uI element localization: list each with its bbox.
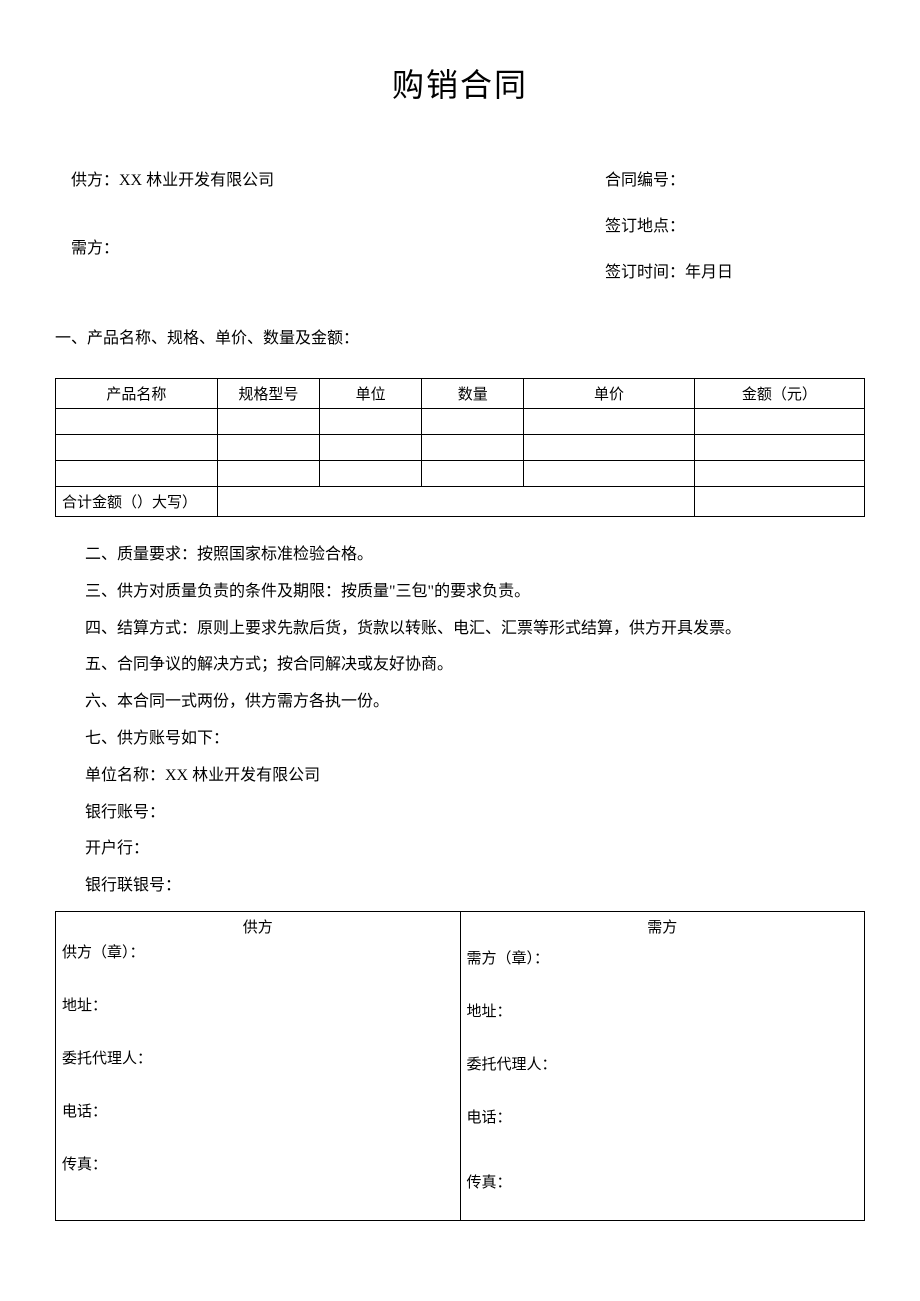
col-qty: 数量 xyxy=(422,379,524,409)
cell xyxy=(694,461,864,487)
document-title: 购销合同 xyxy=(55,60,865,106)
supplier-phone: 电话： xyxy=(62,1100,454,1121)
clause-3: 三、供方对质量负责的条件及期限：按质量"三包"的要求负责。 xyxy=(85,574,865,611)
clause-7: 七、供方账号如下： xyxy=(85,721,865,758)
cell xyxy=(217,435,319,461)
cell xyxy=(694,435,864,461)
total-amount xyxy=(694,487,864,517)
col-unit: 单位 xyxy=(319,379,421,409)
buyer-address: 地址： xyxy=(467,1000,859,1021)
contract-no-label: 合同编号： xyxy=(605,166,865,190)
cell xyxy=(56,409,218,435)
header-block: 供方：XX 林业开发有限公司 需方： 合同编号： 签订地点： 签订时间：年月日 xyxy=(55,166,865,304)
table-footer-row: 合计金额（）大写） xyxy=(56,487,865,517)
clause-2: 二、质量要求：按照国家标准检验合格。 xyxy=(85,537,865,574)
cell xyxy=(319,435,421,461)
cell xyxy=(422,435,524,461)
cell xyxy=(524,461,694,487)
buyer-fax: 传真： xyxy=(467,1171,859,1192)
cell xyxy=(422,409,524,435)
table-row xyxy=(56,409,865,435)
bank-union-no: 银行联银号： xyxy=(85,868,865,905)
bank-account: 银行账号： xyxy=(85,795,865,832)
clauses-block: 二、质量要求：按照国家标准检验合格。 三、供方对质量负责的条件及期限：按质量"三… xyxy=(55,537,865,905)
supplier-signature-cell: 供方（章）： 地址： 委托代理人： 电话： 传真： xyxy=(56,941,461,1221)
col-spec: 规格型号 xyxy=(217,379,319,409)
cell xyxy=(56,461,218,487)
cell xyxy=(319,461,421,487)
cell xyxy=(319,409,421,435)
total-empty xyxy=(217,487,694,517)
sign-place-label: 签订地点： xyxy=(605,212,865,236)
cell xyxy=(694,409,864,435)
buyer-agent: 委托代理人： xyxy=(467,1053,859,1074)
supplier-address: 地址： xyxy=(62,994,454,1015)
cell xyxy=(217,461,319,487)
signature-table: 供方 需方 供方（章）： 地址： 委托代理人： 电话： 传真： 需方（章）： 地… xyxy=(55,911,865,1221)
supplier-agent: 委托代理人： xyxy=(62,1047,454,1068)
clause-6: 六、本合同一式两份，供方需方各执一份。 xyxy=(85,684,865,721)
table-row xyxy=(56,435,865,461)
col-price: 单价 xyxy=(524,379,694,409)
cell xyxy=(56,435,218,461)
total-label: 合计金额（）大写） xyxy=(56,487,218,517)
table-row xyxy=(56,461,865,487)
col-product-name: 产品名称 xyxy=(56,379,218,409)
company-name: 单位名称：XX 林业开发有限公司 xyxy=(85,758,865,795)
buyer-label: 需方： xyxy=(55,234,605,258)
supplier-label: 供方：XX 林业开发有限公司 xyxy=(55,166,605,190)
buyer-seal: 需方（章）： xyxy=(467,947,859,968)
products-table: 产品名称 规格型号 单位 数量 单价 金额（元） xyxy=(55,378,865,517)
col-amount: 金额（元） xyxy=(694,379,864,409)
section-1-intro: 一、产品名称、规格、单价、数量及金额： xyxy=(55,324,865,348)
buyer-header: 需方 xyxy=(460,911,865,941)
cell xyxy=(422,461,524,487)
cell xyxy=(524,409,694,435)
clause-4: 四、结算方式：原则上要求先款后货，货款以转账、电汇、汇票等形式结算，供方开具发票… xyxy=(85,611,865,648)
sign-time-label: 签订时间：年月日 xyxy=(605,258,865,282)
supplier-seal: 供方（章）： xyxy=(62,941,454,962)
bank-name: 开户行： xyxy=(85,831,865,868)
cell xyxy=(524,435,694,461)
supplier-fax: 传真： xyxy=(62,1153,454,1174)
supplier-header: 供方 xyxy=(56,911,461,941)
cell xyxy=(217,409,319,435)
buyer-phone: 电话： xyxy=(467,1106,859,1127)
clause-5: 五、合同争议的解决方式；按合同解决或友好协商。 xyxy=(85,647,865,684)
buyer-signature-cell: 需方（章）： 地址： 委托代理人： 电话： 传真： xyxy=(460,941,865,1221)
